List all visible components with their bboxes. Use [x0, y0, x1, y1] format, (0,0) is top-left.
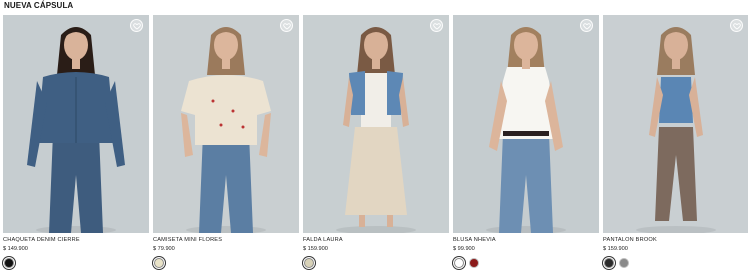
color-swatches: [454, 258, 599, 268]
product-grid: CHAQUETA DENIM CIERRE $ 149.900 CAMISETA …: [3, 15, 748, 268]
heart-icon: [432, 22, 441, 29]
product-card[interactable]: CHAQUETA DENIM CIERRE $ 149.900: [3, 15, 149, 268]
color-swatches: [154, 258, 299, 268]
heart-icon: [132, 22, 141, 29]
product-card[interactable]: CAMISETA MINI FLORES $ 79.900: [153, 15, 299, 268]
section-title: NUEVA CÁPSULA: [4, 1, 74, 10]
product-image[interactable]: [303, 15, 449, 233]
heart-icon: [732, 22, 741, 29]
color-swatch[interactable]: [154, 258, 164, 268]
color-swatch[interactable]: [604, 258, 614, 268]
product-name[interactable]: BLUSA NHEVIA: [453, 237, 599, 243]
product-image[interactable]: [3, 15, 149, 233]
color-swatches: [304, 258, 449, 268]
color-swatch[interactable]: [4, 258, 14, 268]
product-card[interactable]: PANTALON BROOK $ 159.900: [603, 15, 748, 268]
color-swatch[interactable]: [304, 258, 314, 268]
color-swatches: [604, 258, 748, 268]
wishlist-button[interactable]: [280, 19, 293, 32]
product-name[interactable]: CHAQUETA DENIM CIERRE: [3, 237, 149, 243]
product-image[interactable]: [453, 15, 599, 233]
color-swatch[interactable]: [469, 258, 479, 268]
wishlist-button[interactable]: [430, 19, 443, 32]
product-image[interactable]: [603, 15, 748, 233]
product-name[interactable]: CAMISETA MINI FLORES: [153, 237, 299, 243]
heart-icon: [282, 22, 291, 29]
color-swatch[interactable]: [619, 258, 629, 268]
wishlist-button[interactable]: [730, 19, 743, 32]
product-price: $ 79.900: [153, 246, 175, 252]
product-price: $ 99.900: [453, 246, 475, 252]
color-swatch[interactable]: [454, 258, 464, 268]
product-price: $ 149.900: [3, 246, 28, 252]
product-name[interactable]: PANTALON BROOK: [603, 237, 748, 243]
product-name[interactable]: FALDA LAURA: [303, 237, 449, 243]
product-card[interactable]: FALDA LAURA $ 159.900: [303, 15, 449, 268]
product-price: $ 159.900: [603, 246, 628, 252]
wishlist-button[interactable]: [130, 19, 143, 32]
color-swatches: [4, 258, 149, 268]
product-image[interactable]: [153, 15, 299, 233]
product-price: $ 159.900: [303, 246, 328, 252]
heart-icon: [582, 22, 591, 29]
product-card[interactable]: BLUSA NHEVIA $ 99.900: [453, 15, 599, 268]
wishlist-button[interactable]: [580, 19, 593, 32]
